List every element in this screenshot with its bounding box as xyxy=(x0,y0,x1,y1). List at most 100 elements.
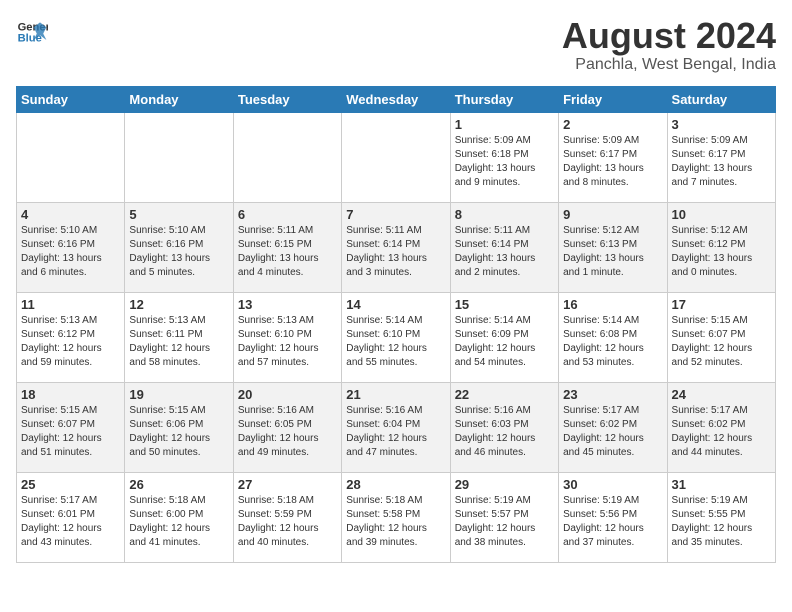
day-number: 21 xyxy=(346,387,445,402)
week-row-4: 18 Sunrise: 5:15 AMSunset: 6:07 PMDayligh… xyxy=(17,382,776,472)
cell-content: Sunrise: 5:16 AMSunset: 6:05 PMDaylight:… xyxy=(238,404,337,460)
cell-content: Sunrise: 5:11 AMSunset: 6:15 PMDaylight:… xyxy=(238,224,337,280)
day-number: 18 xyxy=(21,387,120,402)
cell-content: Sunrise: 5:14 AMSunset: 6:10 PMDaylight:… xyxy=(346,314,445,370)
calendar-cell: 5 Sunrise: 5:10 AMSunset: 6:16 PMDaylight… xyxy=(125,202,233,292)
header-tuesday: Tuesday xyxy=(233,86,341,112)
calendar-cell: 26Sunrise: 5:18 AMSunset: 6:00 PMDayligh… xyxy=(125,472,233,562)
week-row-5: 25 Sunrise: 5:17 AMSunset: 6:01 PMDayligh… xyxy=(17,472,776,562)
calendar-cell: 7Sunrise: 5:11 AMSunset: 6:14 PMDaylight… xyxy=(342,202,450,292)
day-number: 17 xyxy=(672,297,771,312)
title-area: August 2024 Panchla, West Bengal, India xyxy=(562,16,776,74)
cell-content: Sunrise: 5:19 AMSunset: 5:55 PMDaylight:… xyxy=(672,494,771,550)
calendar-cell: 17 Sunrise: 5:15 AMSunset: 6:07 PMDayligh… xyxy=(667,292,775,382)
day-number: 16 xyxy=(563,297,662,312)
cell-content: Sunrise: 5:14 AMSunset: 6:08 PMDaylight:… xyxy=(563,314,662,370)
cell-content: Sunrise: 5:17 AMSunset: 6:01 PMDaylight:… xyxy=(21,494,120,550)
calendar-cell: 18 Sunrise: 5:15 AMSunset: 6:07 PMDayligh… xyxy=(17,382,125,472)
day-number: 1 xyxy=(455,117,554,132)
calendar-cell: 29 Sunrise: 5:19 AMSunset: 5:57 PMDayligh… xyxy=(450,472,558,562)
cell-content: Sunrise: 5:13 AMSunset: 6:12 PMDaylight:… xyxy=(21,314,120,370)
cell-content: Sunrise: 5:12 AMSunset: 6:13 PMDaylight:… xyxy=(563,224,662,280)
calendar-cell: 30Sunrise: 5:19 AMSunset: 5:56 PMDayligh… xyxy=(559,472,667,562)
day-number: 3 xyxy=(672,117,771,132)
calendar-cell: 8Sunrise: 5:11 AMSunset: 6:14 PMDaylight… xyxy=(450,202,558,292)
cell-content: Sunrise: 5:10 AMSunset: 6:16 PMDaylight:… xyxy=(129,224,228,280)
day-number: 4 xyxy=(21,207,120,222)
header-thursday: Thursday xyxy=(450,86,558,112)
calendar-cell xyxy=(17,112,125,202)
calendar-cell: 28 Sunrise: 5:18 AMSunset: 5:58 PMDayligh… xyxy=(342,472,450,562)
calendar-cell: 9Sunrise: 5:12 AMSunset: 6:13 PMDaylight… xyxy=(559,202,667,292)
calendar-cell: 11Sunrise: 5:13 AMSunset: 6:12 PMDayligh… xyxy=(17,292,125,382)
day-number: 19 xyxy=(129,387,228,402)
calendar-cell: 25 Sunrise: 5:17 AMSunset: 6:01 PMDayligh… xyxy=(17,472,125,562)
week-row-1: 1 Sunrise: 5:09 AMSunset: 6:18 PMDaylight… xyxy=(17,112,776,202)
calendar-cell: 4 Sunrise: 5:10 AMSunset: 6:16 PMDaylight… xyxy=(17,202,125,292)
calendar-cell: 27Sunrise: 5:18 AMSunset: 5:59 PMDayligh… xyxy=(233,472,341,562)
cell-content: Sunrise: 5:15 AMSunset: 6:06 PMDaylight:… xyxy=(129,404,228,460)
calendar-cell: 2 Sunrise: 5:09 AMSunset: 6:17 PMDaylight… xyxy=(559,112,667,202)
subtitle: Panchla, West Bengal, India xyxy=(562,56,776,74)
calendar-cell: 21 Sunrise: 5:16 AMSunset: 6:04 PMDayligh… xyxy=(342,382,450,472)
cell-content: Sunrise: 5:19 AMSunset: 5:57 PMDaylight:… xyxy=(455,494,554,550)
cell-content: Sunrise: 5:11 AMSunset: 6:14 PMDaylight:… xyxy=(455,224,554,280)
calendar-cell: 24Sunrise: 5:17 AMSunset: 6:02 PMDayligh… xyxy=(667,382,775,472)
calendar-cell xyxy=(342,112,450,202)
calendar-header-row: SundayMondayTuesdayWednesdayThursdayFrid… xyxy=(17,86,776,112)
calendar-cell xyxy=(233,112,341,202)
day-number: 28 xyxy=(346,477,445,492)
calendar-cell: 20 Sunrise: 5:16 AMSunset: 6:05 PMDayligh… xyxy=(233,382,341,472)
day-number: 10 xyxy=(672,207,771,222)
cell-content: Sunrise: 5:18 AMSunset: 5:58 PMDaylight:… xyxy=(346,494,445,550)
header-friday: Friday xyxy=(559,86,667,112)
calendar-table: SundayMondayTuesdayWednesdayThursdayFrid… xyxy=(16,86,776,563)
calendar-cell: 6Sunrise: 5:11 AMSunset: 6:15 PMDaylight… xyxy=(233,202,341,292)
calendar-cell: 19 Sunrise: 5:15 AMSunset: 6:06 PMDayligh… xyxy=(125,382,233,472)
main-title: August 2024 xyxy=(562,16,776,56)
header-wednesday: Wednesday xyxy=(342,86,450,112)
day-number: 7 xyxy=(346,207,445,222)
day-number: 5 xyxy=(129,207,228,222)
calendar-cell: 15Sunrise: 5:14 AMSunset: 6:09 PMDayligh… xyxy=(450,292,558,382)
calendar-cell: 16 Sunrise: 5:14 AMSunset: 6:08 PMDayligh… xyxy=(559,292,667,382)
calendar-cell: 12Sunrise: 5:13 AMSunset: 6:11 PMDayligh… xyxy=(125,292,233,382)
cell-content: Sunrise: 5:09 AMSunset: 6:18 PMDaylight:… xyxy=(455,134,554,190)
cell-content: Sunrise: 5:17 AMSunset: 6:02 PMDaylight:… xyxy=(672,404,771,460)
cell-content: Sunrise: 5:16 AMSunset: 6:03 PMDaylight:… xyxy=(455,404,554,460)
calendar-cell: 31Sunrise: 5:19 AMSunset: 5:55 PMDayligh… xyxy=(667,472,775,562)
cell-content: Sunrise: 5:16 AMSunset: 6:04 PMDaylight:… xyxy=(346,404,445,460)
cell-content: Sunrise: 5:10 AMSunset: 6:16 PMDaylight:… xyxy=(21,224,120,280)
calendar-cell: 23Sunrise: 5:17 AMSunset: 6:02 PMDayligh… xyxy=(559,382,667,472)
calendar-cell: 3 Sunrise: 5:09 AMSunset: 6:17 PMDaylight… xyxy=(667,112,775,202)
cell-content: Sunrise: 5:13 AMSunset: 6:11 PMDaylight:… xyxy=(129,314,228,370)
cell-content: Sunrise: 5:17 AMSunset: 6:02 PMDaylight:… xyxy=(563,404,662,460)
day-number: 14 xyxy=(346,297,445,312)
calendar-cell: 13Sunrise: 5:13 AMSunset: 6:10 PMDayligh… xyxy=(233,292,341,382)
header-monday: Monday xyxy=(125,86,233,112)
calendar-cell: 22 Sunrise: 5:16 AMSunset: 6:03 PMDayligh… xyxy=(450,382,558,472)
week-row-2: 4 Sunrise: 5:10 AMSunset: 6:16 PMDaylight… xyxy=(17,202,776,292)
header-saturday: Saturday xyxy=(667,86,775,112)
day-number: 26 xyxy=(129,477,228,492)
day-number: 25 xyxy=(21,477,120,492)
calendar-cell: 1 Sunrise: 5:09 AMSunset: 6:18 PMDaylight… xyxy=(450,112,558,202)
day-number: 27 xyxy=(238,477,337,492)
logo-icon: General Blue xyxy=(16,16,48,48)
cell-content: Sunrise: 5:09 AMSunset: 6:17 PMDaylight:… xyxy=(672,134,771,190)
cell-content: Sunrise: 5:14 AMSunset: 6:09 PMDaylight:… xyxy=(455,314,554,370)
day-number: 29 xyxy=(455,477,554,492)
cell-content: Sunrise: 5:15 AMSunset: 6:07 PMDaylight:… xyxy=(21,404,120,460)
cell-content: Sunrise: 5:15 AMSunset: 6:07 PMDaylight:… xyxy=(672,314,771,370)
calendar-cell xyxy=(125,112,233,202)
header: General Blue August 2024 Panchla, West B… xyxy=(16,16,776,74)
header-sunday: Sunday xyxy=(17,86,125,112)
calendar-cell: 14 Sunrise: 5:14 AMSunset: 6:10 PMDayligh… xyxy=(342,292,450,382)
day-number: 22 xyxy=(455,387,554,402)
cell-content: Sunrise: 5:19 AMSunset: 5:56 PMDaylight:… xyxy=(563,494,662,550)
cell-content: Sunrise: 5:09 AMSunset: 6:17 PMDaylight:… xyxy=(563,134,662,190)
day-number: 13 xyxy=(238,297,337,312)
week-row-3: 11Sunrise: 5:13 AMSunset: 6:12 PMDayligh… xyxy=(17,292,776,382)
day-number: 20 xyxy=(238,387,337,402)
day-number: 2 xyxy=(563,117,662,132)
